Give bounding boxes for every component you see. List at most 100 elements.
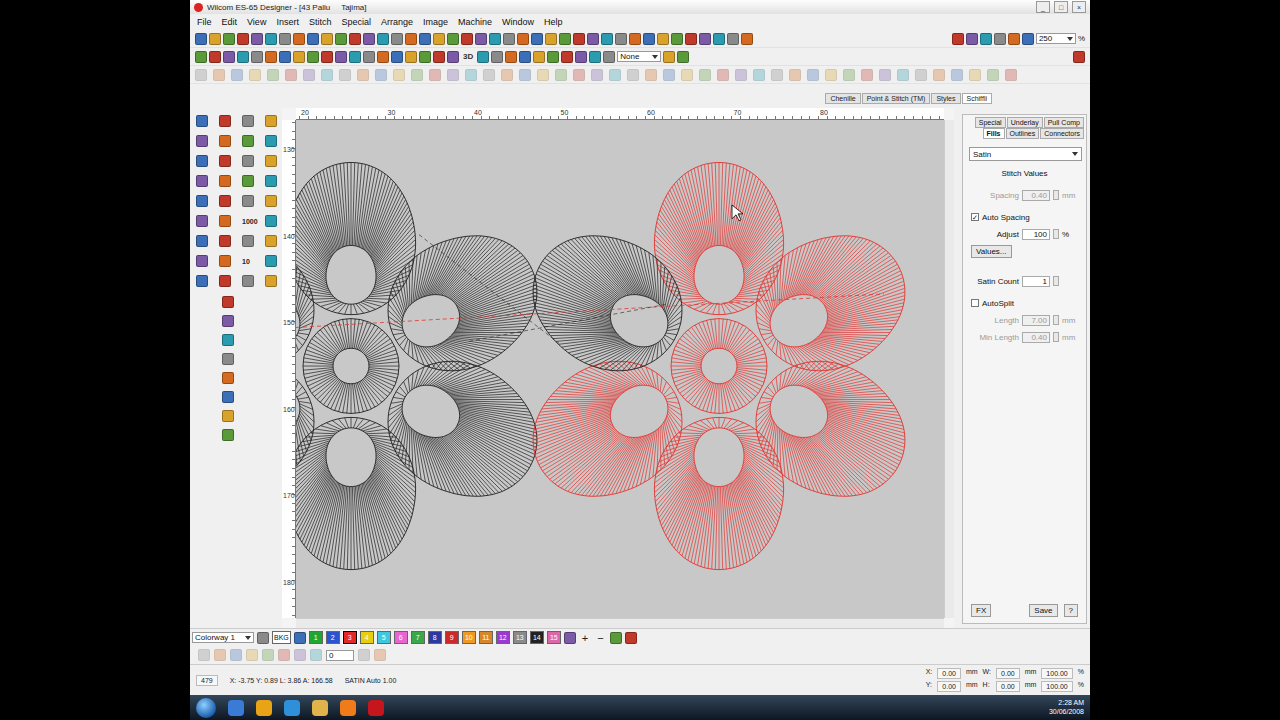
toolbar-button-icon[interactable] [279,33,291,45]
menu-item[interactable]: Edit [217,17,243,27]
toolbar-button-icon[interactable] [198,649,210,661]
toolbar-button-icon[interactable] [1005,69,1017,81]
toolbar-button-icon[interactable] [363,51,375,63]
toolbar-button-icon[interactable] [825,69,837,81]
browser-icon[interactable] [256,700,272,716]
color-swatch[interactable]: 12 [496,631,510,644]
tool-cell[interactable] [242,114,265,128]
toolbar-button-icon[interactable] [405,33,417,45]
toolbar-button-icon[interactable] [807,69,819,81]
toolbar-button-icon[interactable] [753,69,765,81]
petal[interactable] [756,361,905,496]
tool-icon[interactable] [196,275,208,287]
wilcom-icon[interactable] [368,700,384,716]
menu-item[interactable]: Insert [271,17,304,27]
toolbar-button-icon[interactable] [222,353,234,365]
spinner-icon[interactable] [1053,332,1059,342]
toolbar-button-icon[interactable] [294,649,306,661]
tool-icon[interactable] [219,115,231,127]
colorway-select[interactable]: Colorway 1 [192,632,254,643]
tool-cell[interactable] [196,114,219,128]
menu-item[interactable]: Special [336,17,376,27]
background-swatch[interactable]: BKG [272,631,291,644]
tool-icon[interactable] [265,115,277,127]
toolbar-button-icon[interactable] [573,33,585,45]
tool-icon[interactable] [242,175,254,187]
toolbar-button-icon[interactable] [625,632,637,644]
start-orb-icon[interactable] [196,698,216,718]
toolbar-button-icon[interactable] [246,649,258,661]
fill-type-select[interactable]: Satin [969,147,1082,161]
petal[interactable] [388,236,537,371]
toolbar-button-icon[interactable] [405,51,417,63]
toolbar-button-icon[interactable] [1022,33,1034,45]
window-control[interactable]: × [1072,1,1086,13]
toolbar-button-icon[interactable] [249,69,261,81]
petal[interactable] [296,236,314,371]
system-clock[interactable]: 2:28 AM30/06/2008 [1049,699,1084,716]
tool-cell[interactable] [219,254,242,268]
toolbar-button-icon[interactable] [561,51,573,63]
toolbar-button-icon[interactable] [645,69,657,81]
toolbar-button-icon[interactable] [393,69,405,81]
toolbar-button-icon[interactable] [335,33,347,45]
toolbar-button-icon[interactable] [952,33,964,45]
petal[interactable] [296,162,416,314]
vlc-icon[interactable] [340,700,356,716]
scale-value[interactable]: 100.00 [1041,681,1072,692]
window-control[interactable]: _ [1036,1,1050,13]
toolbar-button-icon[interactable] [461,33,473,45]
toolbar-button-icon[interactable] [969,69,981,81]
tool-cell[interactable] [219,154,242,168]
toolbar-button-icon[interactable] [491,51,503,63]
tool-icon[interactable] [196,215,208,227]
sequence-counter[interactable]: 0 [326,650,354,661]
toolbar-button-icon[interactable] [447,51,459,63]
menu-item[interactable]: Machine [453,17,497,27]
toolbar-button-icon[interactable] [251,33,263,45]
toolbar-button-icon[interactable] [419,33,431,45]
toolbar-button-icon[interactable] [483,69,495,81]
toolbar-button-icon[interactable] [465,69,477,81]
design-canvas[interactable] [296,120,944,618]
toolbar-button-icon[interactable] [615,33,627,45]
toolbar-button-icon[interactable] [278,649,290,661]
tool-cell[interactable] [196,234,219,248]
tool-cell[interactable] [219,274,242,288]
toolbar-button-icon[interactable] [477,51,489,63]
toolbar-button-icon[interactable] [987,69,999,81]
toolbar-button-icon[interactable] [231,69,243,81]
property-tab[interactable]: Underlay [1007,117,1043,128]
position-value[interactable]: 0.00 [937,681,961,692]
tool-icon[interactable] [196,115,208,127]
toolbar-button-icon[interactable] [195,69,207,81]
toolbar-button-icon[interactable] [897,69,909,81]
toolbar-button-icon[interactable] [771,69,783,81]
toolbar-button-icon[interactable] [519,51,531,63]
tool-label[interactable]: 1000 [242,218,258,225]
toolbar-button-icon[interactable] [307,51,319,63]
tool-cell[interactable] [219,134,242,148]
toolbar-button-icon[interactable] [489,33,501,45]
toolbar-button-icon[interactable] [391,51,403,63]
toolbar-button-icon[interactable] [966,33,978,45]
tool-cell[interactable]: 10 [242,254,265,268]
toolbar-button-icon[interactable] [349,33,361,45]
property-tab[interactable]: Pull Comp [1044,117,1084,128]
toolbar-button-icon[interactable] [310,649,322,661]
tool-icon[interactable] [265,175,277,187]
folder-icon[interactable] [312,700,328,716]
toolbar-button-icon[interactable] [501,69,513,81]
petal[interactable] [654,417,783,569]
tool-cell[interactable] [219,194,242,208]
tool-icon[interactable] [242,195,254,207]
toolbar-button-icon[interactable] [262,649,274,661]
tool-icon[interactable] [242,155,254,167]
value-field[interactable]: 1 [1022,276,1050,287]
tool-cell[interactable] [196,134,219,148]
toolbar-button-icon[interactable] [195,51,207,63]
toolbar-button-icon[interactable] [657,33,669,45]
tool-icon[interactable] [242,275,254,287]
tool-cell[interactable] [196,154,219,168]
tool-icon[interactable] [196,155,208,167]
